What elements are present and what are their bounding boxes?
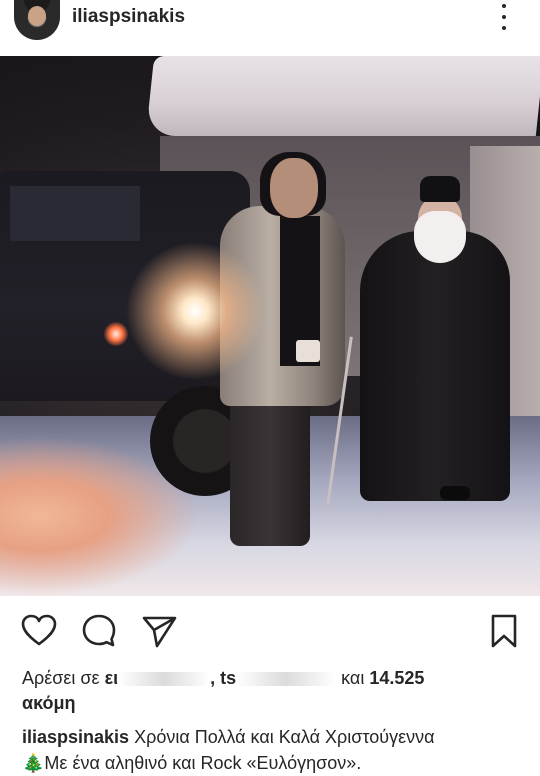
- caption-line-1: Χρόνια Πολλά και Καλά Χριστούγεννα: [134, 727, 435, 747]
- priest-beard: [414, 211, 466, 263]
- jeep-headlight: [120, 236, 270, 386]
- caption-line-2: Με ένα αληθινό και Rock «Ευλόγησον».: [44, 753, 362, 773]
- caption-username[interactable]: iliaspsinakis: [22, 727, 129, 747]
- bookmark-icon[interactable]: [485, 612, 523, 650]
- heart-icon[interactable]: [20, 612, 58, 650]
- more-options-icon[interactable]: [494, 4, 514, 30]
- comment-icon[interactable]: [80, 612, 118, 650]
- christmas-tree-icon: 🎄: [22, 753, 45, 773]
- priest-robe: [360, 231, 510, 501]
- liker-2[interactable]: , ts: [210, 668, 236, 688]
- post-caption: iliaspsinakis Χρόνια Πολλά και Καλά Χρισ…: [22, 724, 532, 776]
- man-face: [270, 158, 318, 218]
- likes-count[interactable]: 14.525: [369, 668, 424, 688]
- post-actions: [0, 600, 540, 660]
- liker-1[interactable]: ει: [105, 668, 119, 688]
- share-icon[interactable]: [140, 612, 178, 650]
- snow-covered-roof: [145, 56, 540, 136]
- redacted-name: [118, 672, 211, 687]
- number-plate: [296, 340, 320, 362]
- priest-shoes: [440, 486, 470, 500]
- redacted-name: [236, 672, 337, 687]
- likes-joiner: και: [341, 668, 365, 688]
- post-photo[interactable]: [0, 56, 540, 596]
- jeep-indicator-light: [104, 322, 128, 346]
- jeep-window: [10, 186, 140, 241]
- likes-prefix: Αρέσει σε: [22, 668, 100, 688]
- avatar[interactable]: [14, 0, 60, 40]
- post-username[interactable]: iliaspsinakis: [72, 6, 185, 28]
- likes-summary[interactable]: Αρέσει σε ει , ts και 14.525 ακόμη: [22, 666, 532, 716]
- likes-suffix: ακόμη: [22, 693, 76, 713]
- post-header: iliaspsinakis: [0, 0, 540, 56]
- man-legs: [230, 396, 310, 546]
- priest-hat: [420, 176, 460, 202]
